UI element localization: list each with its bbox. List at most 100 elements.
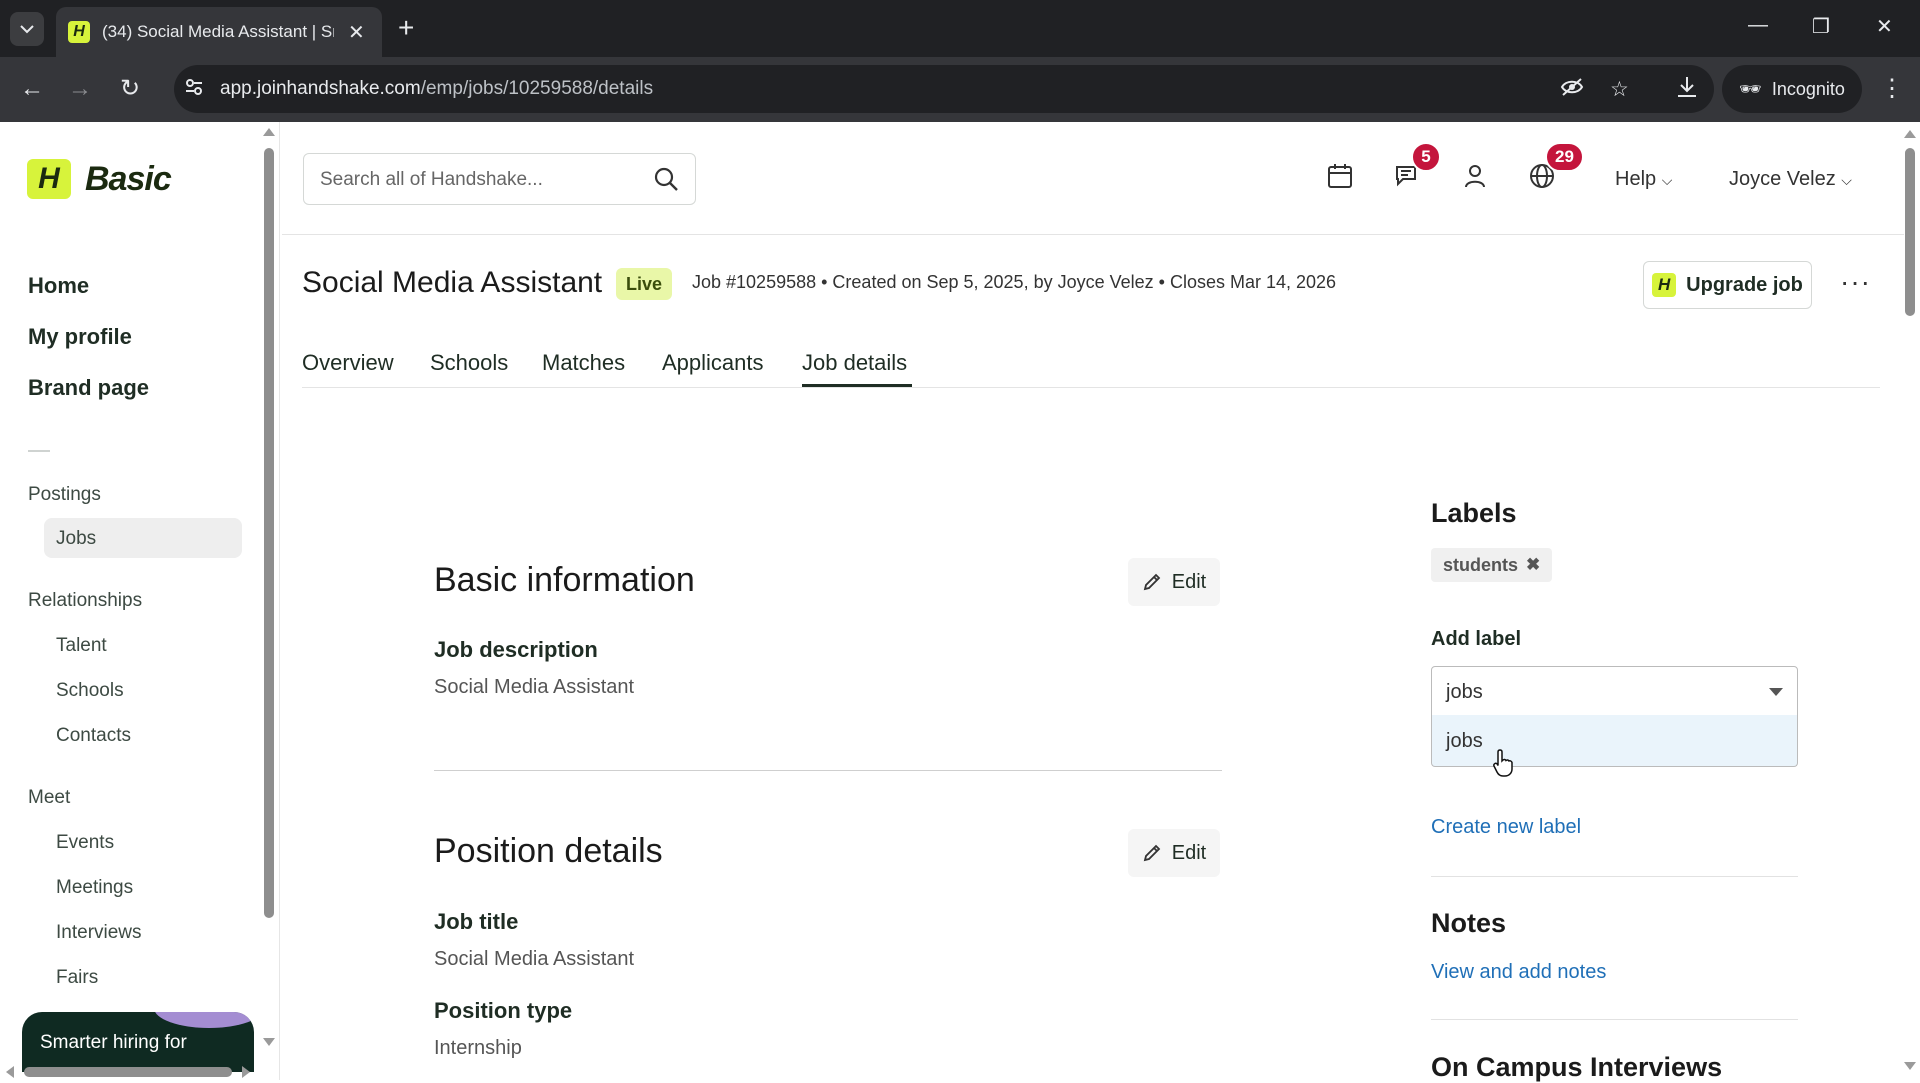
chevron-down-icon: ⌵ xyxy=(1661,172,1673,188)
on-campus-interviews-heading: On Campus Interviews xyxy=(1431,1052,1723,1082)
sidebar-group-postings: Postings xyxy=(28,484,101,505)
edit-position-details-button[interactable]: Edit xyxy=(1128,829,1220,877)
sidebar-item-home[interactable]: Home xyxy=(28,273,89,299)
add-label-input[interactable]: jobs xyxy=(1446,681,1483,704)
sidebar-item-events[interactable]: Events xyxy=(56,832,114,854)
browser-menu-icon[interactable]: ⋮ xyxy=(1880,75,1904,103)
reload-icon[interactable]: ↻ xyxy=(120,75,140,103)
page-scrollbar-thumb[interactable] xyxy=(1905,148,1915,316)
user-name: Joyce Velez xyxy=(1729,168,1836,190)
sidebar-item-schools[interactable]: Schools xyxy=(56,680,124,702)
chevron-down-icon xyxy=(20,25,34,34)
calendar-icon[interactable] xyxy=(1326,162,1354,195)
sidebar-item-interviews[interactable]: Interviews xyxy=(56,922,142,944)
hand-pointer-cursor-icon xyxy=(1492,748,1516,783)
handshake-logo-icon: H xyxy=(1652,273,1677,297)
scroll-right-arrow[interactable] xyxy=(242,1066,250,1078)
sidebar-item-contacts[interactable]: Contacts xyxy=(56,725,131,747)
position-type-value: Internship xyxy=(434,1037,522,1059)
upgrade-job-button[interactable]: H Upgrade job xyxy=(1643,261,1812,309)
incognito-indicator[interactable]: 🕶 Incognito xyxy=(1722,65,1862,113)
handshake-logo-icon: H xyxy=(27,159,71,199)
header-divider xyxy=(282,234,1904,235)
search-icon[interactable] xyxy=(653,166,679,197)
scroll-left-arrow[interactable] xyxy=(6,1066,14,1078)
panel-divider xyxy=(1431,876,1798,877)
sidebar-horizontal-scrollbar[interactable] xyxy=(0,1062,262,1080)
sidebar-scroll-down-arrow[interactable] xyxy=(263,1038,275,1046)
more-options-icon[interactable]: ··· xyxy=(1840,266,1871,298)
tab-applicants[interactable]: Applicants xyxy=(662,350,764,376)
download-icon[interactable] xyxy=(1676,75,1698,106)
sidebar-group-relationships: Relationships xyxy=(28,590,143,611)
global-search[interactable]: Search all of Handshake... xyxy=(303,153,696,205)
handshake-favicon-icon: H xyxy=(68,21,90,43)
job-meta: Job #10259588 • Created on Sep 5, 2025, … xyxy=(692,272,1337,292)
incognito-icon: 🕶 xyxy=(1739,78,1762,99)
create-new-label-link[interactable]: Create new label xyxy=(1431,816,1581,839)
sidebar-group-meet: Meet xyxy=(28,787,71,808)
sidebar-item-jobs[interactable]: Jobs xyxy=(56,528,96,550)
left-sidebar: H Basic Home My profile Brand page Posti… xyxy=(0,122,280,1080)
tab-job-details[interactable]: Job details xyxy=(802,350,907,376)
view-and-add-notes-link[interactable]: View and add notes xyxy=(1431,961,1606,984)
section-divider xyxy=(434,770,1222,771)
page-scroll-down-arrow[interactable] xyxy=(1904,1062,1916,1070)
user-icon[interactable] xyxy=(1461,162,1489,195)
labels-heading: Labels xyxy=(1431,498,1517,528)
position-details-heading: Position details xyxy=(434,832,663,870)
upgrade-job-label: Upgrade job xyxy=(1686,273,1803,296)
restore-window-icon[interactable]: ❐ xyxy=(1812,14,1830,39)
sidebar-scrollbar-thumb[interactable] xyxy=(264,148,274,918)
promo-text: Smarter hiring for xyxy=(40,1032,187,1053)
edit-label: Edit xyxy=(1171,841,1207,864)
edit-label: Edit xyxy=(1171,570,1207,593)
new-tab-button[interactable]: + xyxy=(398,13,414,43)
browser-tab-title: (34) Social Media Assistant | Sm xyxy=(102,22,334,41)
sidebar-item-meetings[interactable]: Meetings xyxy=(56,877,133,899)
job-title-label: Job title xyxy=(434,909,519,934)
close-tab-icon[interactable]: ✕ xyxy=(348,20,365,45)
position-type-label: Position type xyxy=(434,998,573,1023)
minimize-window-icon[interactable]: — xyxy=(1748,14,1768,37)
edit-basic-information-button[interactable]: Edit xyxy=(1128,558,1220,606)
tab-matches[interactable]: Matches xyxy=(542,350,625,376)
tab-search-button[interactable] xyxy=(10,12,44,46)
help-label: Help xyxy=(1615,168,1657,190)
sidebar-item-brand-page[interactable]: Brand page xyxy=(28,375,149,401)
eye-off-icon[interactable] xyxy=(1560,77,1584,103)
search-input[interactable]: Search all of Handshake... xyxy=(320,169,543,191)
handshake-logo[interactable]: H Basic xyxy=(27,159,172,199)
tab-schools[interactable]: Schools xyxy=(430,350,508,376)
browser-tab[interactable]: H (34) Social Media Assistant | Sm ✕ xyxy=(56,7,382,57)
site-settings-icon[interactable] xyxy=(184,77,204,103)
bookmark-star-icon[interactable]: ☆ xyxy=(1610,77,1629,102)
job-title: Social Media Assistant xyxy=(302,266,603,299)
page-scroll-up-arrow[interactable] xyxy=(1904,130,1916,138)
close-window-icon[interactable]: ✕ xyxy=(1876,14,1893,39)
user-menu[interactable]: Joyce Velez ⌵ xyxy=(1729,168,1852,191)
sidebar-scroll-up-arrow[interactable] xyxy=(263,128,275,136)
incognito-label: Incognito xyxy=(1771,78,1845,99)
remove-label-icon[interactable]: ✖ xyxy=(1526,555,1540,575)
sidebar-item-talent[interactable]: Talent xyxy=(56,635,107,657)
basic-information-heading: Basic information xyxy=(434,561,695,599)
horizontal-scrollbar-thumb[interactable] xyxy=(24,1067,232,1077)
notes-heading: Notes xyxy=(1431,908,1507,938)
caret-down-icon[interactable] xyxy=(1769,688,1783,696)
dropdown-option-text: jobs xyxy=(1446,730,1483,752)
forward-arrow-icon[interactable]: → xyxy=(68,75,92,103)
sidebar-item-my-profile[interactable]: My profile xyxy=(28,324,132,350)
label-dropdown-option[interactable]: jobs xyxy=(1431,715,1798,767)
tab-overview[interactable]: Overview xyxy=(302,350,394,376)
sidebar-item-fairs[interactable]: Fairs xyxy=(56,967,98,989)
tabs-divider xyxy=(302,387,1880,388)
address-bar[interactable]: app.joinhandshake.com/emp/jobs/10259588/… xyxy=(174,65,1714,113)
browser-toolbar: ← → ↻ app.joinhandshake.com/emp/jobs/102… xyxy=(0,57,1920,122)
sidebar-divider xyxy=(28,450,50,452)
back-arrow-icon[interactable]: ← xyxy=(20,75,44,103)
add-label-select[interactable]: jobs xyxy=(1431,666,1798,716)
chevron-down-icon: ⌵ xyxy=(1841,172,1852,188)
add-label-heading: Add label xyxy=(1431,628,1522,650)
help-menu[interactable]: Help ⌵ xyxy=(1615,168,1672,191)
